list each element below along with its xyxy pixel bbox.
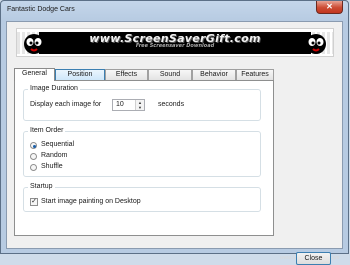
tab-general[interactable]: General [14,68,55,81]
tab-features[interactable]: Features [236,69,274,80]
dialog-window: Fantastic Dodge Cars ✕ www.ScreenSaverGi… [0,0,349,265]
titlebar[interactable]: Fantastic Dodge Cars ✕ [1,1,348,21]
start-painting-checkbox[interactable]: ✓ [30,198,38,206]
window-title: Fantastic Dodge Cars [7,6,75,13]
radio-shuffle-label[interactable]: Shuffle [41,163,63,170]
radio-sequential-icon[interactable] [30,142,37,149]
image-duration-label: Image Duration [28,85,80,92]
startup-group: Startup ✓ Start image painting on Deskto… [23,183,261,212]
seconds-label: seconds [158,101,185,108]
dialog-body: www.ScreenSaverGift.com Free Screensaver… [6,21,343,265]
tab-behavior[interactable]: Behavior [192,69,236,80]
close-button[interactable]: Close [296,252,331,265]
display-each-image-label: Display each image for [30,101,102,108]
item-order-label: Item Order [28,127,66,134]
banner: www.ScreenSaverGift.com Free Screensaver… [16,28,334,57]
duration-spinner[interactable]: 10 ▲ ▼ [112,99,145,111]
radio-sequential-label[interactable]: Sequential [41,141,74,148]
start-painting-label[interactable]: Start image painting on Desktop [41,198,141,205]
tab-sound[interactable]: Sound [148,69,192,80]
image-duration-group: Image Duration Display each image for 10… [23,85,261,121]
radio-shuffle-icon[interactable] [30,164,37,171]
radio-random-icon[interactable] [30,153,37,160]
mascot-right-icon [306,34,326,54]
tab-position[interactable]: Position [55,69,105,80]
window-close-button[interactable]: ✕ [316,1,343,14]
spinner-down-icon[interactable]: ▼ [136,105,144,110]
tab-bar: General Position Effects Sound Behavior … [14,68,274,81]
duration-value[interactable]: 10 [116,101,124,108]
banner-subtitle: Free Screensaver Download [135,43,215,49]
item-order-group: Item Order Sequential Random Shuffle [23,127,261,177]
tab-effects[interactable]: Effects [105,69,148,80]
startup-label: Startup [28,183,55,190]
radio-random-label[interactable]: Random [41,152,67,159]
spinner-buttons: ▲ ▼ [135,100,144,110]
tab-panel-general: Image Duration Display each image for 10… [14,80,274,236]
